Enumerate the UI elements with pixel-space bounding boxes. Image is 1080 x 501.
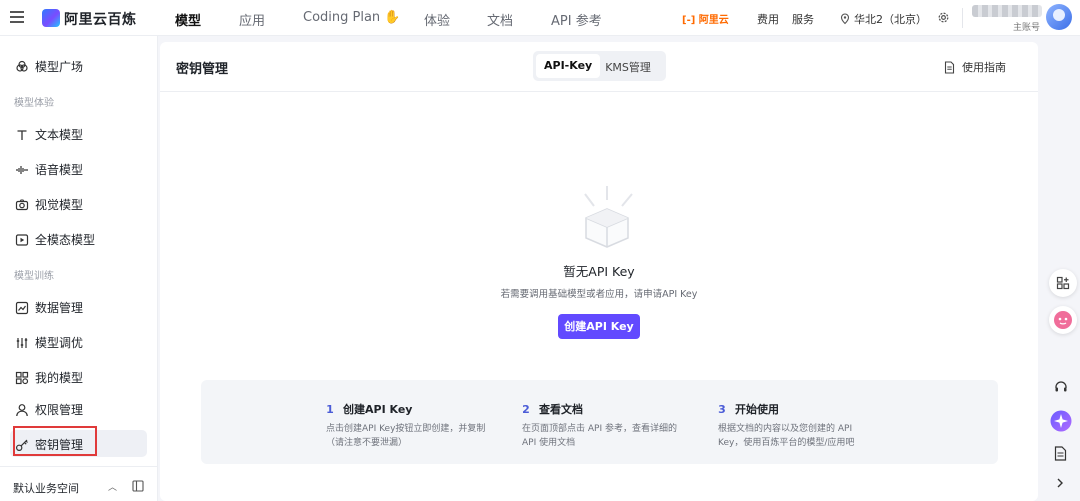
nav-apps[interactable]: 应用 [239, 10, 265, 29]
menu-icon[interactable] [10, 10, 24, 24]
collapse-sidebar-icon[interactable] [132, 480, 144, 495]
sidebar-item-label: 模型调优 [35, 336, 84, 350]
assistant-avatar-icon[interactable] [1049, 306, 1077, 334]
tab-kms[interactable]: KMS管理 [600, 54, 656, 78]
sidebar-item-label: 我的模型 [35, 371, 84, 385]
aliyun-logo[interactable]: [-] 阿里云 [682, 11, 729, 26]
step-title: 创建API Key [343, 403, 413, 416]
headset-icon[interactable] [1054, 380, 1068, 397]
ai-assistant-icon[interactable] [1050, 410, 1072, 435]
page-title: 密钥管理 [176, 62, 229, 77]
add-widget-icon[interactable] [1049, 269, 1077, 297]
sidebar-footer: 默认业务空间 ︿ [0, 466, 158, 501]
getting-started-steps: 1 创建API Key 点击创建API Key按钮立即创建，并复制（请注意不要泄漏… [201, 380, 998, 464]
annotation-highlight-box [13, 426, 97, 456]
account-type: 主账号 [1013, 23, 1041, 33]
usage-guide-link[interactable]: 使用指南 [944, 59, 1006, 75]
brand-name[interactable]: 阿里云百炼 [64, 9, 137, 29]
nav-experience[interactable]: 体验 [424, 10, 450, 29]
nav-docs[interactable]: 文档 [487, 10, 513, 29]
sidebar-group-experience: 模型体验 [14, 98, 54, 109]
service-link[interactable]: 服务 [792, 11, 814, 27]
step-create-key: 1 创建API Key 点击创建API Key按钮立即创建，并复制（请注意不要泄漏… [326, 401, 486, 450]
nav-coding-plan[interactable]: Coding Plan ✋ [303, 10, 401, 25]
camera-icon [15, 198, 29, 210]
sidebar-item-label: 全模态模型 [35, 233, 96, 247]
sidebar-item-my-models[interactable]: 我的模型 [15, 369, 83, 386]
bailian-logo[interactable] [42, 9, 60, 27]
create-api-key-button[interactable]: 创建API Key [558, 314, 640, 339]
step-description: 在页面顶部点击 API 参考，查看详细的 API 使用文档 [522, 424, 677, 448]
document-icon[interactable] [1054, 446, 1067, 464]
sidebar-item-vision-model[interactable]: 视觉模型 [15, 196, 83, 213]
empty-box-illustration [584, 186, 633, 248]
main-header: 密钥管理 API-Key KMS管理 使用指南 [160, 42, 1038, 92]
main-panel: 密钥管理 API-Key KMS管理 使用指南 暂无API Key 若需要调用基… [160, 42, 1038, 501]
sidebar-item-label: 数据管理 [35, 301, 84, 315]
nav-models[interactable]: 模型 [175, 10, 201, 29]
step-start-using: 3 开始使用 根据文档的内容以及您创建的 API Key，使用百炼平台的模型/应用… [718, 401, 878, 450]
nav-api-reference[interactable]: API 参考 [551, 10, 602, 29]
topbar-divider [962, 8, 963, 28]
sidebar-item-voice-model[interactable]: 语音模型 [15, 161, 83, 178]
sidebar: 模型广场 模型体验 文本模型 语音模型 视觉模型 全模态模型 模型训练 数据管理… [0, 36, 158, 501]
step-number: 1 [326, 402, 334, 416]
top-bar: 阿里云百炼 模型 应用 Coding Plan ✋ 体验 文档 API 参考 [… [0, 0, 1080, 36]
region-selector[interactable]: 华北2（北京） [840, 11, 927, 27]
chart-icon [15, 301, 29, 314]
key-type-tabs: API-Key KMS管理 [533, 51, 666, 81]
account-name-redacted[interactable] [972, 5, 1042, 17]
step-number: 3 [718, 402, 726, 416]
sidebar-item-label: 文本模型 [35, 128, 84, 142]
text-icon [17, 129, 27, 140]
location-icon [840, 13, 850, 25]
sidebar-item-data-management[interactable]: 数据管理 [15, 299, 83, 316]
chevron-right-icon[interactable] [1054, 477, 1066, 492]
waveform-icon [16, 165, 28, 174]
step-description: 点击创建API Key按钮立即创建，并复制（请注意不要泄漏） [326, 424, 486, 448]
chevron-up-icon[interactable]: ︿ [108, 480, 117, 493]
cloud-icon [16, 60, 28, 72]
step-description: 根据文档的内容以及您创建的 API Key，使用百炼平台的模型/应用吧 [718, 424, 855, 448]
billing-link[interactable]: 费用 [757, 11, 779, 27]
gear-icon[interactable] [937, 11, 950, 27]
sidebar-item-omni-model[interactable]: 全模态模型 [15, 231, 95, 248]
empty-state-title: 暂无API Key [563, 264, 635, 279]
sidebar-item-label: 权限管理 [35, 403, 84, 417]
region-label: 华北2（北京） [854, 13, 927, 26]
usage-guide-label: 使用指南 [962, 61, 1006, 74]
play-box-icon [15, 233, 29, 246]
tab-api-key[interactable]: API-Key [536, 54, 601, 78]
grid-icon [15, 371, 29, 384]
sidebar-item-label: 语音模型 [35, 163, 84, 177]
workspace-selector[interactable]: 默认业务空间 [13, 480, 79, 496]
step-title: 查看文档 [539, 403, 583, 416]
step-title: 开始使用 [735, 403, 779, 416]
sidebar-item-text-model[interactable]: 文本模型 [15, 126, 83, 143]
step-view-docs: 2 查看文档 在页面顶部点击 API 参考，查看详细的 API 使用文档 [522, 401, 682, 450]
sidebar-item-model-tuning[interactable]: 模型调优 [15, 334, 83, 351]
empty-state-description: 若需要调用基础模型或者应用，请申请API Key [500, 289, 698, 300]
sidebar-item-label: 模型广场 [35, 60, 84, 74]
sidebar-group-training: 模型训练 [14, 271, 54, 282]
sidebar-item-label: 视觉模型 [35, 198, 84, 212]
avatar[interactable] [1046, 4, 1072, 30]
sidebar-item-model-square[interactable]: 模型广场 [15, 58, 83, 75]
user-icon [16, 403, 28, 416]
step-number: 2 [522, 402, 530, 416]
document-icon [944, 60, 955, 74]
sidebar-item-permissions[interactable]: 权限管理 [15, 401, 83, 418]
sliders-icon [16, 337, 28, 348]
